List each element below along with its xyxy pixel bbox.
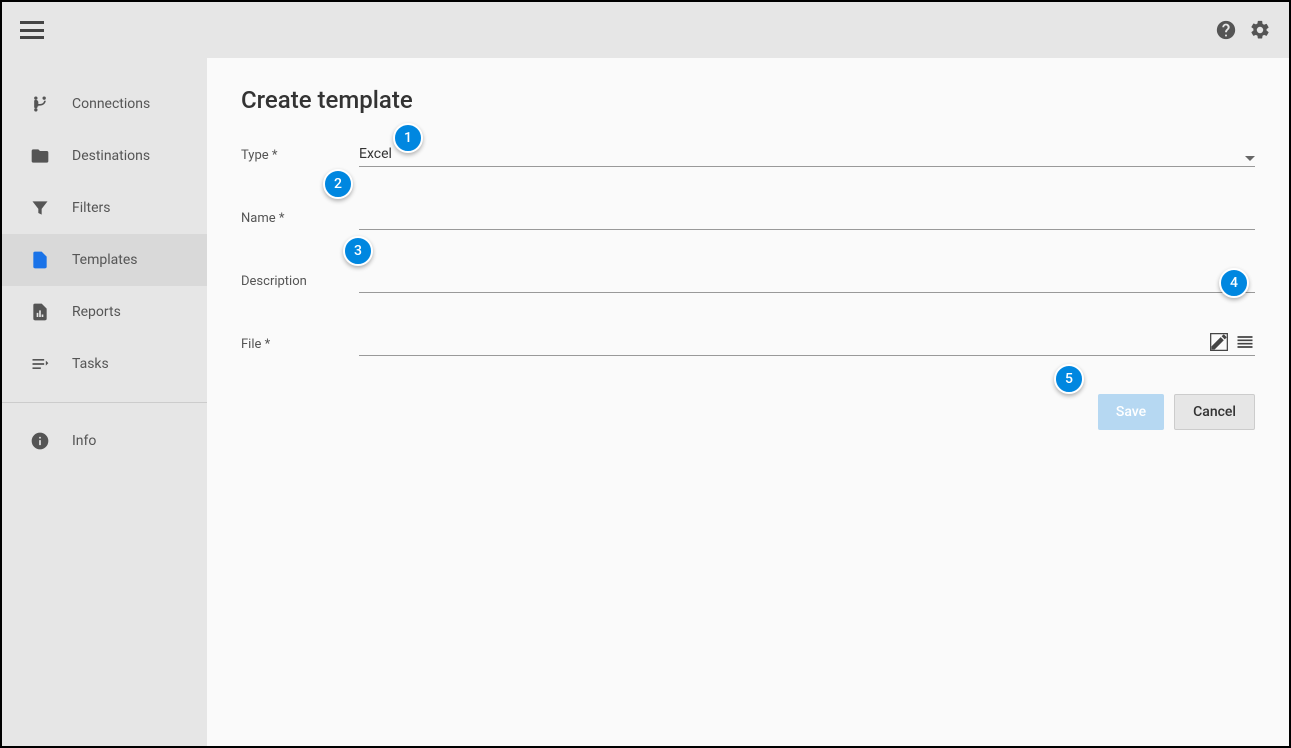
filter-icon [30, 198, 50, 218]
form-row-file: File * [241, 331, 1255, 356]
callout-4: 4 [1219, 268, 1249, 298]
cancel-button[interactable]: Cancel [1174, 394, 1255, 430]
main-content: Create template Type * Name * Descriptio… [207, 58, 1289, 746]
form-row-name: Name * [241, 205, 1255, 230]
sidebar-item-info[interactable]: Info [2, 415, 207, 467]
callout-2: 2 [323, 169, 353, 199]
form-row-description: Description [241, 268, 1255, 293]
sidebar-item-label: Tasks [72, 356, 109, 372]
label-file: File * [241, 337, 359, 356]
page-title: Create template [241, 86, 1255, 114]
edit-icon[interactable] [1209, 332, 1229, 352]
sidebar-item-label: Info [72, 433, 96, 449]
label-type: Type * [241, 148, 359, 167]
save-button[interactable]: Save [1098, 394, 1164, 430]
form-row-type: Type * [241, 142, 1255, 167]
label-description: Description [241, 274, 359, 293]
label-name: Name * [241, 211, 359, 230]
type-select[interactable] [359, 142, 1255, 167]
sidebar-item-filters[interactable]: Filters [2, 182, 207, 234]
callout-1: 1 [393, 123, 423, 153]
callout-3: 3 [343, 236, 373, 266]
menu-icon[interactable] [20, 21, 44, 39]
sidebar-item-templates[interactable]: Templates [2, 234, 207, 286]
sidebar-item-label: Reports [72, 304, 121, 320]
sidebar-item-label: Destinations [72, 148, 150, 164]
sidebar-item-destinations[interactable]: Destinations [2, 130, 207, 182]
button-row: Save Cancel [241, 394, 1255, 430]
divider [2, 402, 207, 403]
chevron-down-icon [1245, 156, 1255, 161]
list-icon[interactable] [1235, 332, 1255, 352]
sidebar-item-label: Filters [72, 200, 111, 216]
sidebar: Connections Destinations Filters Templat… [2, 58, 207, 746]
info-icon [30, 431, 50, 451]
chart-icon [30, 302, 50, 322]
description-input[interactable] [359, 268, 1255, 293]
topbar [2, 2, 1289, 58]
file-input[interactable] [359, 331, 1255, 356]
sidebar-item-connections[interactable]: Connections [2, 78, 207, 130]
tasks-icon [30, 354, 50, 374]
folder-icon [30, 146, 50, 166]
branch-icon [30, 94, 50, 114]
gear-icon[interactable] [1249, 19, 1271, 41]
name-input[interactable] [359, 205, 1255, 230]
sidebar-item-label: Connections [72, 96, 150, 112]
sidebar-item-label: Templates [72, 252, 138, 268]
callout-5: 5 [1054, 364, 1084, 394]
help-icon[interactable] [1215, 19, 1237, 41]
file-icon [30, 250, 50, 270]
sidebar-item-reports[interactable]: Reports [2, 286, 207, 338]
sidebar-item-tasks[interactable]: Tasks [2, 338, 207, 390]
